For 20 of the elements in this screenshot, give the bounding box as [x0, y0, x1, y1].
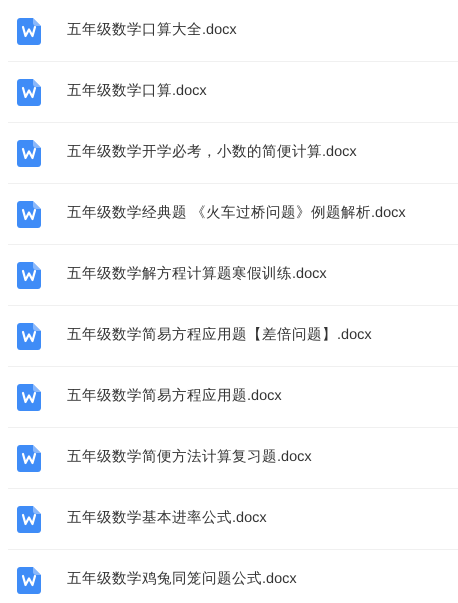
document-icon [17, 506, 41, 532]
document-icon [17, 200, 41, 228]
file-name[interactable]: 五年级数学简易方程应用题.docx [67, 386, 282, 408]
document-icon [17, 18, 41, 44]
file-name[interactable]: 五年级数学开学必考，小数的简便计算.docx [67, 142, 357, 164]
document-icon [17, 566, 41, 594]
document-icon [17, 262, 41, 288]
file-name[interactable]: 五年级数学口算.docx [67, 81, 207, 103]
file-name[interactable]: 五年级数学经典题 《火车过桥问题》例题解析.docx [67, 203, 406, 225]
file-name[interactable]: 五年级数学鸡兔同笼问题公式.docx [67, 569, 297, 591]
document-icon [17, 384, 41, 410]
file-name[interactable]: 五年级数学简易方程应用题【差倍问题】.docx [67, 325, 372, 347]
document-icon [17, 444, 41, 472]
document-icon [17, 140, 41, 166]
document-icon [17, 78, 41, 106]
file-name[interactable]: 五年级数学基本进率公式.docx [67, 508, 267, 530]
file-name[interactable]: 五年级数学解方程计算题寒假训练.docx [67, 264, 327, 286]
file-name[interactable]: 五年级数学口算大全.docx [67, 20, 237, 42]
file-name[interactable]: 五年级数学简便方法计算复习题.docx [67, 447, 312, 469]
document-icon [17, 322, 41, 350]
